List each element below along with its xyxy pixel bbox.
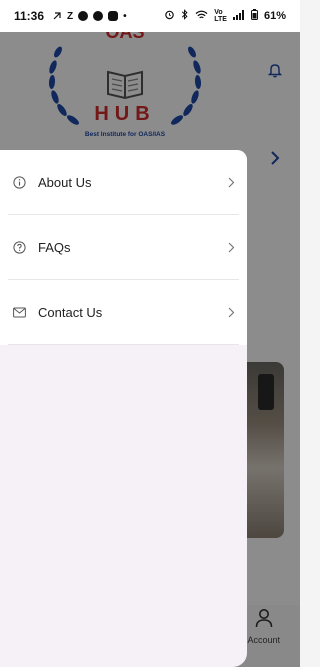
battery-percent: 61% — [263, 10, 286, 22]
menu-item-label: About Us — [38, 174, 92, 190]
signal-icon — [232, 9, 245, 23]
status-bar: 11:36 Z • Vo LTE 61% — [0, 0, 300, 32]
wifi-icon — [195, 10, 208, 23]
whatsapp-icon — [93, 11, 104, 21]
menu-item-about-us[interactable]: About Us — [0, 150, 247, 214]
bluetooth-icon — [181, 9, 189, 23]
mail-icon — [12, 305, 26, 319]
info-icon — [12, 175, 26, 189]
notification-icons: Z • — [52, 11, 127, 22]
chevron-right-icon — [227, 242, 237, 253]
system-icons: Vo LTE 61% — [164, 9, 286, 23]
app-badge-icon — [78, 11, 89, 21]
z-icon: Z — [67, 10, 74, 22]
volte-icon: Vo LTE — [214, 9, 227, 23]
menu-item-label: FAQs — [38, 239, 71, 255]
navigation-drawer: About Us FAQs Contact Us — [0, 150, 247, 667]
dot-icon: • — [123, 10, 127, 22]
menu-item-contact-us[interactable]: Contact Us — [0, 280, 247, 344]
status-time: 11:36 — [14, 9, 45, 23]
help-icon — [12, 240, 26, 254]
menu-item-faqs[interactable]: FAQs — [0, 215, 247, 279]
menu-item-label: Contact Us — [38, 304, 103, 320]
alarm-icon — [164, 9, 175, 23]
drawer-menu: About Us FAQs Contact Us — [0, 150, 247, 345]
divider — [8, 344, 239, 345]
battery-icon — [250, 9, 258, 23]
chevron-right-icon — [227, 307, 237, 318]
missed-call-icon — [52, 11, 62, 21]
app-icon — [108, 11, 119, 21]
chevron-right-icon — [227, 177, 237, 188]
